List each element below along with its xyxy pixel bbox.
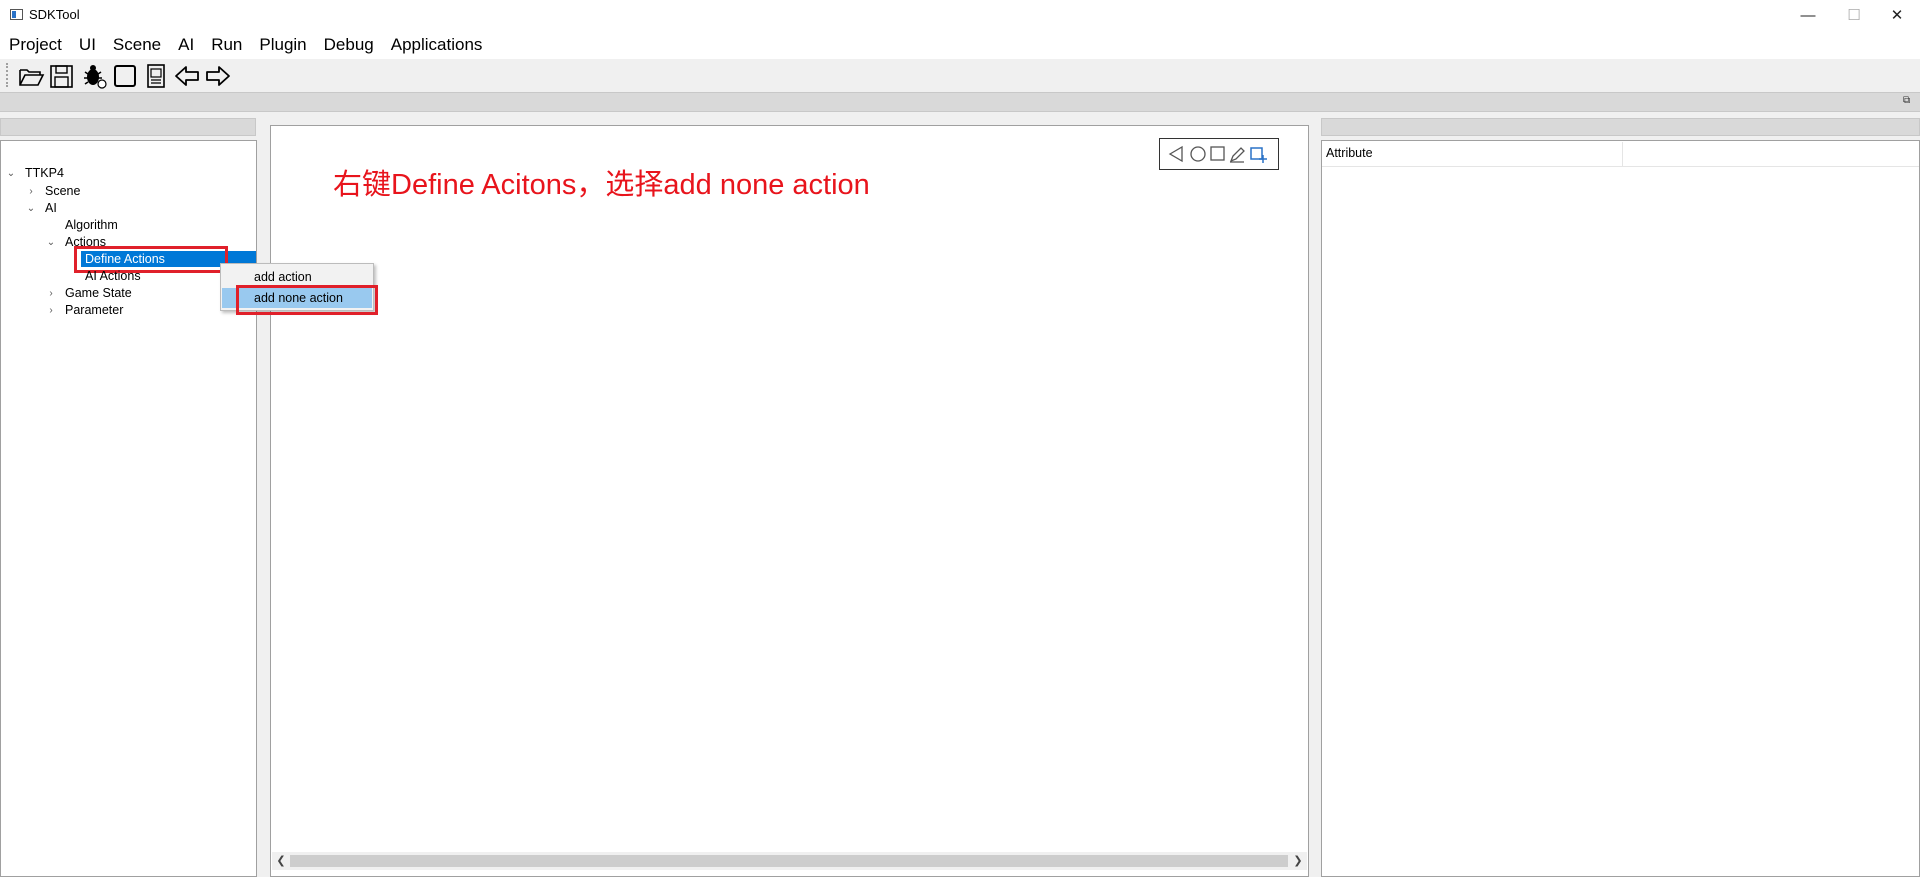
instruction-annotation: 右键Define Acitons，选择add none action xyxy=(333,169,870,201)
tree-item-algorithm[interactable]: Algorithm xyxy=(65,217,118,234)
circle-icon[interactable] xyxy=(1190,146,1206,162)
dock-restore-icon[interactable]: ⧉ xyxy=(1903,96,1913,106)
attribute-panel xyxy=(1321,140,1920,877)
debug-bug-icon[interactable] xyxy=(80,62,108,90)
column-divider[interactable] xyxy=(1622,142,1623,166)
tree-item-scene[interactable]: Scene xyxy=(45,183,80,200)
close-button[interactable]: ✕ xyxy=(1874,0,1920,30)
right-dock-header[interactable] xyxy=(1321,118,1920,136)
left-dock-header[interactable] xyxy=(0,118,256,136)
attribute-column-header[interactable]: Attribute xyxy=(1326,146,1373,160)
stop-square-icon[interactable] xyxy=(111,62,139,90)
menu-ui[interactable]: UI xyxy=(70,30,104,59)
tree-item-ai[interactable]: AI xyxy=(45,200,57,217)
scene-canvas[interactable] xyxy=(270,125,1309,877)
app-icon xyxy=(10,9,23,20)
toolbar-grip[interactable] xyxy=(6,63,10,87)
menu-bar: Project UI Scene AI Run Plugin Debug App… xyxy=(0,30,1920,59)
dock-strip xyxy=(0,92,1920,112)
collapse-chevron-icon[interactable]: › xyxy=(26,183,36,200)
collapse-chevron-icon[interactable]: › xyxy=(46,285,56,302)
square-icon[interactable] xyxy=(1210,146,1225,161)
scroll-left-icon[interactable]: ❮ xyxy=(272,852,290,870)
menu-debug[interactable]: Debug xyxy=(315,30,382,59)
scroll-right-icon[interactable]: ❯ xyxy=(1289,852,1307,870)
tree-root-ttkp4[interactable]: TTKP4 xyxy=(25,165,64,182)
menu-ai[interactable]: AI xyxy=(169,30,202,59)
attribute-table-header xyxy=(1322,141,1919,167)
shape-toolbar xyxy=(1159,138,1279,170)
minimize-button[interactable]: — xyxy=(1785,0,1831,30)
open-folder-icon[interactable] xyxy=(17,62,45,90)
collapse-chevron-icon[interactable]: › xyxy=(46,302,56,319)
forward-arrow-icon[interactable] xyxy=(204,62,232,90)
edit-pen-icon[interactable] xyxy=(1229,147,1245,163)
back-arrow-icon[interactable] xyxy=(173,62,201,90)
save-icon[interactable] xyxy=(48,62,76,90)
menu-run[interactable]: Run xyxy=(202,30,250,59)
tree-item-parameter[interactable]: Parameter xyxy=(65,302,123,319)
expand-chevron-icon[interactable]: ⌄ xyxy=(26,200,36,217)
triangle-left-icon[interactable] xyxy=(1168,145,1183,163)
expand-chevron-icon[interactable]: ⌄ xyxy=(46,234,56,251)
menu-scene[interactable]: Scene xyxy=(104,30,169,59)
highlight-box-add-none-action xyxy=(236,285,378,315)
menu-applications[interactable]: Applications xyxy=(382,30,491,59)
tree-item-ai-actions[interactable]: AI Actions xyxy=(85,268,141,285)
title-bar xyxy=(0,0,1920,30)
scrollbar-thumb[interactable] xyxy=(290,855,1288,867)
menu-project[interactable]: Project xyxy=(0,30,70,59)
crop-select-icon[interactable] xyxy=(1250,147,1267,163)
image-file-icon[interactable] xyxy=(142,62,170,90)
tree-item-game-state[interactable]: Game State xyxy=(65,285,132,302)
menu-plugin[interactable]: Plugin xyxy=(250,30,314,59)
toolbar xyxy=(0,59,1920,92)
expand-chevron-icon[interactable]: ⌄ xyxy=(6,165,16,182)
maximize-button[interactable]: ☐ xyxy=(1831,0,1877,30)
window-title: SDKTool xyxy=(29,7,80,22)
ctx-item-add-action[interactable]: add action xyxy=(222,267,372,287)
